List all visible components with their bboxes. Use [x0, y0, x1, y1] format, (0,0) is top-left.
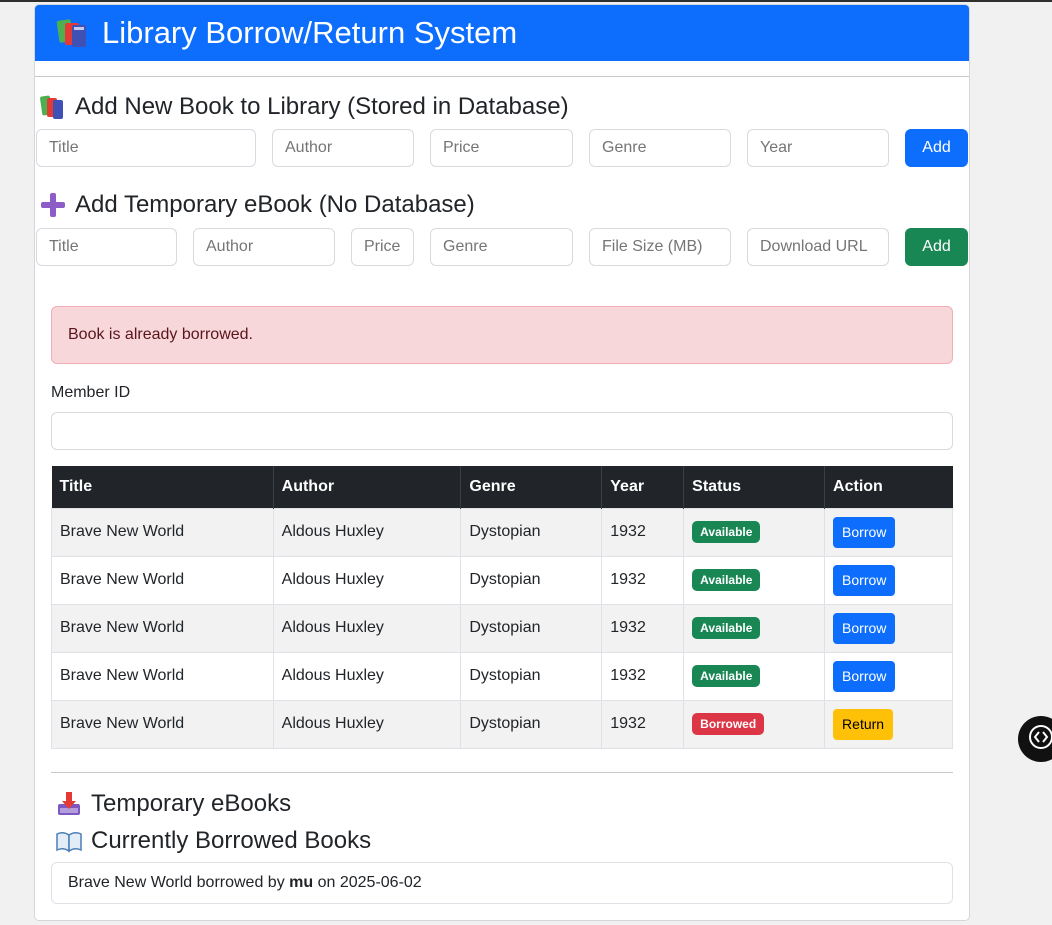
- borrowed-list-item: Brave New World borrowed by mu on 2025-0…: [51, 862, 953, 904]
- table-row: Brave New World Aldous Huxley Dystopian …: [51, 555, 953, 605]
- borrowed-date: 2025-06-02: [339, 874, 422, 891]
- table-row: Brave New World Aldous Huxley Dystopian …: [51, 603, 953, 653]
- borrow-button[interactable]: Borrow: [833, 516, 896, 548]
- cell-year: 1932: [601, 651, 685, 701]
- cell-action: Borrow: [824, 603, 953, 653]
- borrow-button[interactable]: Borrow: [833, 660, 896, 692]
- book-genre-input[interactable]: [589, 129, 731, 167]
- cell-status: Borrowed: [683, 699, 826, 749]
- cell-author: Aldous Huxley: [272, 507, 462, 557]
- temp-ebooks-heading: Temporary eBooks: [55, 790, 291, 818]
- status-badge: Available: [692, 617, 761, 639]
- ebook-file-size-input[interactable]: [589, 228, 731, 266]
- cell-year: 1932: [601, 555, 685, 605]
- borrower-member-id: mu: [289, 874, 314, 891]
- borrow-button[interactable]: Borrow: [833, 612, 896, 644]
- cell-status: Available: [683, 603, 826, 653]
- borrowed-on-text: on: [317, 874, 336, 891]
- ebook-url-input[interactable]: [747, 228, 889, 266]
- books-icon: [56, 18, 90, 48]
- section-divider: [51, 772, 953, 773]
- borrowed-books-heading: Currently Borrowed Books: [55, 827, 371, 855]
- status-badge: Available: [692, 521, 761, 543]
- book-year-input[interactable]: [747, 129, 889, 167]
- cell-author: Aldous Huxley: [272, 603, 462, 653]
- return-button[interactable]: Return: [833, 708, 894, 740]
- browser-top-line: [0, 0, 1052, 2]
- member-id-label: Member ID: [51, 384, 131, 401]
- books-icon: [39, 93, 67, 121]
- error-alert: Book is already borrowed.: [51, 306, 953, 364]
- cell-title: Brave New World: [51, 555, 274, 605]
- add-book-button[interactable]: Add: [905, 129, 968, 167]
- member-id-input[interactable]: [51, 412, 953, 450]
- books-table: Title Author Genre Year Status Action Br…: [51, 466, 953, 749]
- main-card: Library Borrow/Return System Add New Boo…: [34, 4, 970, 921]
- table-header-row: Title Author Genre Year Status Action: [51, 466, 953, 508]
- ebook-genre-input[interactable]: [430, 228, 573, 266]
- ebook-author-input[interactable]: [193, 228, 335, 266]
- cell-genre: Dystopian: [460, 603, 603, 653]
- alert-message: Book is already borrowed.: [68, 326, 253, 343]
- borrowed-by-text: borrowed by: [196, 874, 285, 891]
- cell-status: Available: [683, 651, 826, 701]
- cell-year: 1932: [601, 603, 685, 653]
- cell-genre: Dystopian: [460, 651, 603, 701]
- cell-year: 1932: [601, 507, 685, 557]
- open-book-icon: [55, 827, 83, 855]
- column-header-author: Author: [273, 466, 462, 508]
- table-row: Brave New World Aldous Huxley Dystopian …: [51, 699, 953, 749]
- cell-author: Aldous Huxley: [272, 651, 462, 701]
- cell-action: Borrow: [824, 507, 953, 557]
- column-header-genre: Genre: [460, 466, 603, 508]
- header-divider: [35, 76, 969, 77]
- cell-status: Available: [683, 555, 826, 605]
- book-author-input[interactable]: [272, 129, 414, 167]
- cell-action: Return: [824, 699, 953, 749]
- borrow-button[interactable]: Borrow: [833, 564, 896, 596]
- page-header: Library Borrow/Return System: [35, 5, 969, 61]
- cell-author: Aldous Huxley: [272, 555, 462, 605]
- cell-title: Brave New World: [51, 603, 274, 653]
- cell-action: Borrow: [824, 555, 953, 605]
- cell-title: Brave New World: [51, 651, 274, 701]
- book-price-input[interactable]: [430, 129, 573, 167]
- borrowed-book-title: Brave New World: [68, 874, 193, 891]
- cell-title: Brave New World: [51, 507, 274, 557]
- table-row: Brave New World Aldous Huxley Dystopian …: [51, 507, 953, 557]
- cell-title: Brave New World: [51, 699, 274, 749]
- add-book-title: Add New Book to Library (Stored in Datab…: [75, 93, 569, 120]
- column-header-title: Title: [51, 466, 274, 508]
- cell-genre: Dystopian: [460, 699, 603, 749]
- ebook-price-input[interactable]: [351, 228, 414, 266]
- cell-author: Aldous Huxley: [272, 699, 462, 749]
- column-header-year: Year: [601, 466, 685, 508]
- cell-action: Borrow: [824, 651, 953, 701]
- add-ebook-button[interactable]: Add: [905, 228, 968, 266]
- cell-status: Available: [683, 507, 826, 557]
- column-header-status: Status: [683, 466, 826, 508]
- inbox-tray-icon: [55, 790, 83, 818]
- add-ebook-heading: Add Temporary eBook (No Database): [39, 191, 475, 219]
- status-badge: Available: [692, 665, 761, 687]
- borrowed-books-title: Currently Borrowed Books: [91, 827, 372, 854]
- temp-ebooks-title: Temporary eBooks: [91, 790, 292, 817]
- plus-icon: [39, 191, 67, 219]
- status-badge: Borrowed: [692, 713, 765, 735]
- status-badge: Available: [692, 569, 761, 591]
- page-title: Library Borrow/Return System: [102, 15, 518, 50]
- cell-genre: Dystopian: [460, 555, 603, 605]
- cell-genre: Dystopian: [460, 507, 603, 557]
- floating-code-button[interactable]: [1018, 716, 1052, 762]
- cell-year: 1932: [601, 699, 685, 749]
- code-icon: [1028, 724, 1052, 755]
- add-ebook-title: Add Temporary eBook (No Database): [75, 191, 475, 218]
- ebook-title-input[interactable]: [36, 228, 177, 266]
- add-book-heading: Add New Book to Library (Stored in Datab…: [39, 93, 569, 121]
- table-row: Brave New World Aldous Huxley Dystopian …: [51, 651, 953, 701]
- column-header-action: Action: [824, 466, 953, 508]
- book-title-input[interactable]: [36, 129, 256, 167]
